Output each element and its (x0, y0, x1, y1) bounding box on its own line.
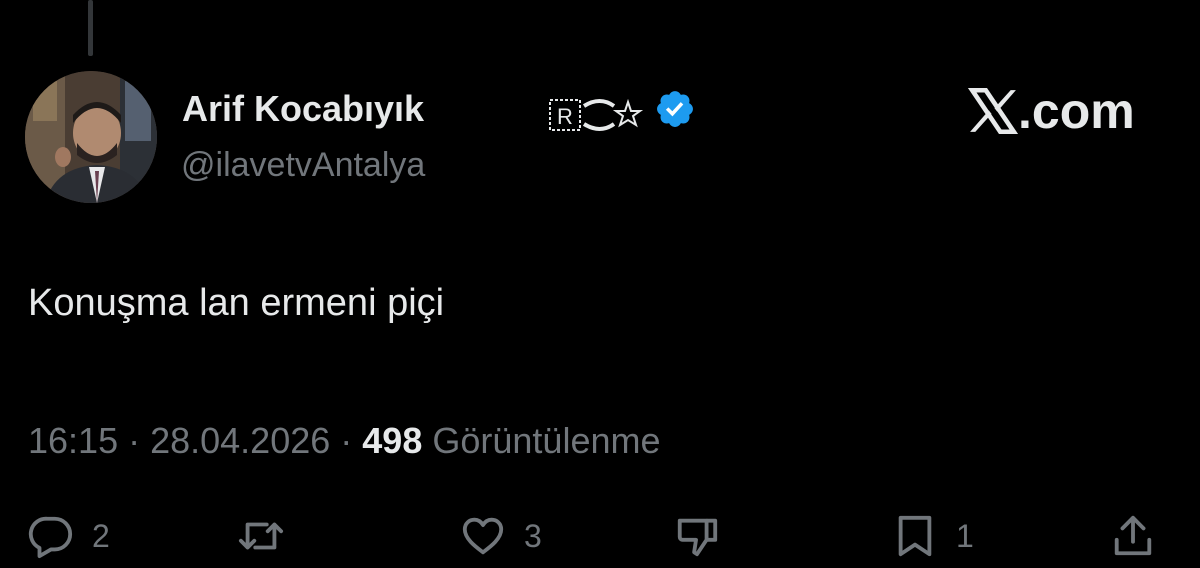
retweet-icon (238, 522, 284, 550)
bookmark-icon (898, 515, 932, 557)
avatar-photo (25, 71, 157, 203)
heart-icon (462, 517, 504, 555)
x-com-text: .com (1018, 83, 1135, 139)
share-button[interactable] (1110, 510, 1156, 562)
tweet-metadata: 16:15 · 28.04.2026 · 498 Görüntülenme (28, 420, 661, 462)
avatar[interactable] (25, 71, 157, 203)
tweet-time[interactable]: 16:15 (28, 420, 118, 461)
like-button[interactable]: 3 (460, 510, 542, 562)
x-logo-icon (968, 88, 1018, 134)
meta-separator: · (330, 420, 363, 461)
reply-icon (28, 516, 72, 559)
bookmark-count: 1 (956, 517, 974, 554)
affiliation-badge-letter: R (557, 104, 573, 129)
meta-separator: · (118, 420, 151, 461)
x-com-logo: .com (968, 86, 1135, 136)
retweet-button[interactable] (238, 510, 302, 562)
verified-badge-icon[interactable] (654, 88, 696, 130)
thumbs-down-icon (677, 518, 718, 557)
dislike-button[interactable] (674, 510, 738, 562)
thread-connector-line (88, 0, 93, 56)
tweet-text: Konuşma lan ermeni piçi (28, 282, 445, 324)
bookmark-button[interactable]: 1 (892, 510, 974, 562)
affiliation-badge-icon[interactable]: R (548, 94, 644, 136)
reply-button[interactable]: 2 (28, 510, 110, 562)
views-count[interactable]: 498 (362, 420, 422, 461)
views-label: Görüntülenme (422, 420, 661, 461)
author-display-name[interactable]: Arif Kocabıyık (182, 88, 424, 130)
like-count: 3 (524, 517, 542, 554)
tweet-date[interactable]: 28.04.2026 (150, 420, 330, 461)
author-handle[interactable]: @ilavetvAntalya (181, 146, 425, 185)
reply-count: 2 (92, 517, 110, 554)
share-icon (1114, 515, 1152, 556)
